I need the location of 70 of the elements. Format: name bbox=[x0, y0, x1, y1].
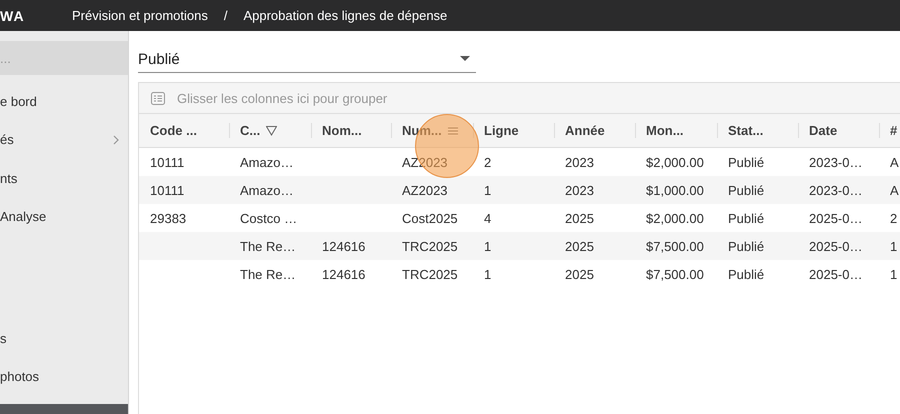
table-cell: Publié bbox=[728, 210, 764, 226]
table-cell: 2025 bbox=[565, 210, 594, 226]
breadcrumb-separator: / bbox=[224, 8, 228, 23]
table-cell: Amazo… bbox=[240, 182, 294, 198]
app-logo[interactable]: WA bbox=[0, 8, 72, 24]
column-header[interactable]: # bbox=[879, 114, 900, 147]
table-cell: 2023 bbox=[565, 182, 594, 198]
sidebar-item[interactable]: s bbox=[0, 330, 6, 346]
column-header[interactable]: Date bbox=[798, 114, 879, 147]
table-cell: $7,500.00 bbox=[646, 266, 704, 282]
table-cell: TRC2025 bbox=[402, 238, 458, 254]
table-cell: 2023 bbox=[565, 154, 594, 170]
breadcrumb[interactable]: Prévision et promotions bbox=[72, 8, 208, 23]
table-cell: 2025 bbox=[565, 266, 594, 282]
table-cell: 2025-0… bbox=[809, 210, 862, 226]
table-cell: 1 bbox=[484, 182, 492, 198]
table-cell: 10111 bbox=[150, 182, 184, 198]
table-cell: $1,000.00 bbox=[646, 182, 704, 198]
group-hint: Glisser les colonnes ici pour grouper bbox=[177, 90, 388, 106]
column-header[interactable]: C... bbox=[229, 114, 311, 147]
table-cell: Publié bbox=[728, 182, 764, 198]
filter-icon[interactable] bbox=[266, 126, 278, 136]
table-cell: A bbox=[890, 154, 899, 170]
table-cell: 2025-0… bbox=[809, 266, 862, 282]
table-cell: AZ2023 bbox=[402, 182, 448, 198]
dropdown-caret-icon bbox=[460, 56, 470, 62]
table-cell: 2 bbox=[890, 210, 898, 226]
table-cell: 29383 bbox=[150, 210, 186, 226]
breadcrumb[interactable]: Approbation des lignes de dépense bbox=[243, 8, 448, 23]
sidebar-item[interactable]: és bbox=[0, 132, 14, 148]
sidebar-item[interactable]: nts bbox=[0, 170, 18, 186]
table-cell: 2023-0… bbox=[809, 182, 862, 198]
table-cell: 2023-0… bbox=[809, 154, 862, 170]
sidebar-item[interactable]: Analyse bbox=[0, 209, 46, 224]
table-cell: $2,000.00 bbox=[646, 210, 704, 226]
table-cell: 124616 bbox=[322, 238, 366, 254]
group-icon bbox=[151, 92, 165, 104]
table-cell: A bbox=[890, 182, 899, 198]
table-cell: $7,500.00 bbox=[646, 238, 704, 254]
sidebar-item[interactable]: photos bbox=[0, 369, 40, 384]
column-header[interactable]: Mon... bbox=[635, 114, 717, 147]
status-dropdown[interactable]: Publié bbox=[138, 46, 476, 73]
table-cell: The Re… bbox=[240, 238, 296, 254]
table-cell: 10111 bbox=[150, 154, 184, 170]
table-cell: 4 bbox=[484, 210, 492, 226]
table-cell: 124616 bbox=[322, 266, 366, 282]
table-cell: Amazo… bbox=[240, 154, 294, 170]
column-header[interactable]: Année bbox=[554, 114, 635, 147]
table-cell: The Re… bbox=[240, 266, 296, 282]
table-cell: 1 bbox=[484, 266, 492, 282]
table-cell: Publié bbox=[728, 154, 764, 170]
sidebar-item[interactable]: e bord bbox=[0, 94, 37, 109]
table-cell: 2025-0… bbox=[809, 238, 862, 254]
chevron-right-icon[interactable] bbox=[113, 134, 120, 145]
table-cell: Publié bbox=[728, 238, 764, 254]
table-cell: 2025 bbox=[565, 238, 594, 254]
table-cell: 1 bbox=[890, 266, 898, 282]
table-cell: 2 bbox=[484, 154, 492, 170]
column-header[interactable]: Stat... bbox=[717, 114, 798, 147]
table-cell: Cost2025 bbox=[402, 210, 458, 226]
menu-icon[interactable] bbox=[448, 126, 458, 134]
column-header[interactable]: Ligne bbox=[473, 114, 554, 147]
table-cell: 1 bbox=[890, 238, 898, 254]
table-cell: $2,000.00 bbox=[646, 154, 704, 170]
table-cell: Publié bbox=[728, 266, 764, 282]
table-cell: Costco … bbox=[240, 210, 298, 226]
column-header[interactable]: Nom... bbox=[311, 114, 391, 147]
column-header[interactable]: Code ... bbox=[139, 114, 229, 147]
table-cell: TRC2025 bbox=[402, 266, 458, 282]
table-cell: 1 bbox=[484, 238, 492, 254]
